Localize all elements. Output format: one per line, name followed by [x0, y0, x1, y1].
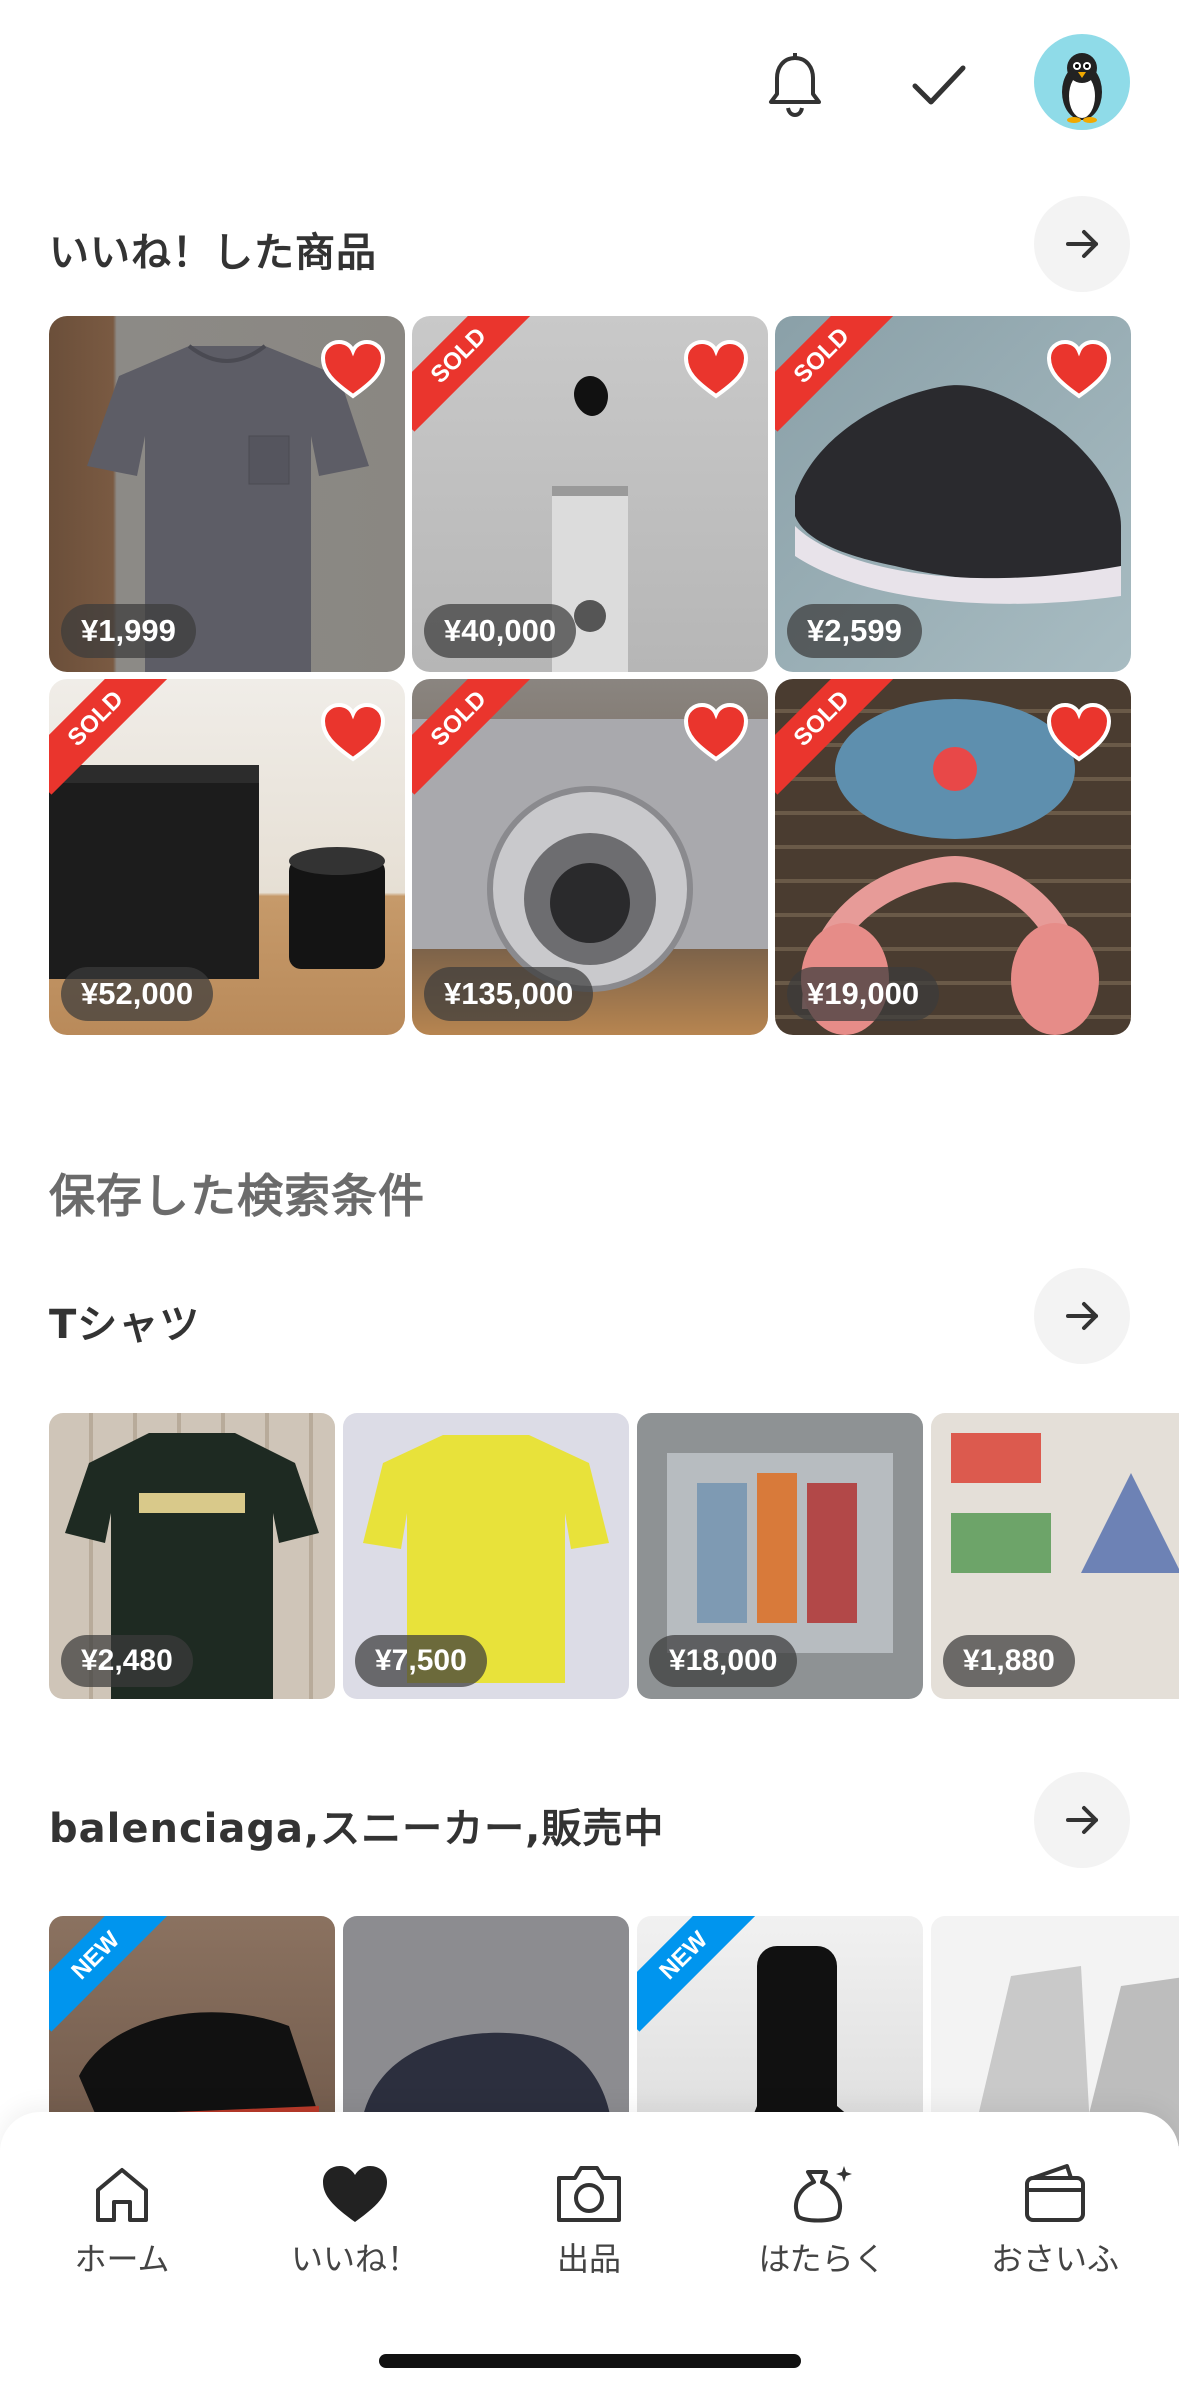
tshirt-results-row: ¥2,480 ¥7,500 ¥18,000 ¥1,880 — [49, 1413, 1179, 1699]
home-icon — [96, 2168, 148, 2222]
liked-section-title: いいね！した商品 — [49, 230, 377, 276]
bell-icon[interactable] — [752, 42, 838, 128]
wallet-icon — [1025, 2164, 1085, 2222]
price-tag: ¥19,000 — [787, 967, 940, 1021]
heart-icon[interactable] — [319, 338, 387, 400]
nav-label: はたらく — [758, 2240, 886, 2278]
camera-icon — [557, 2166, 621, 2222]
heart-icon[interactable] — [682, 338, 750, 400]
balenciaga-search-more-button[interactable] — [1034, 1772, 1130, 1868]
liked-item[interactable]: SOLD ¥135,000 — [412, 679, 768, 1035]
arrow-right-icon — [1066, 1806, 1098, 1834]
arrow-right-icon — [1066, 230, 1098, 258]
sold-ribbon: SOLD — [775, 679, 895, 799]
home-indicator — [379, 2354, 801, 2368]
price-tag: ¥18,000 — [649, 1635, 798, 1687]
heart-icon[interactable] — [1045, 701, 1113, 763]
heart-icon[interactable] — [682, 701, 750, 763]
liked-item[interactable]: SOLD ¥52,000 — [49, 679, 405, 1035]
liked-more-button[interactable] — [1034, 196, 1130, 292]
sold-ribbon: SOLD — [412, 316, 532, 436]
saved-search-label[interactable]: balenciaga,スニーカー,販売中 — [49, 1796, 664, 1854]
liked-item[interactable]: SOLD ¥19,000 — [775, 679, 1131, 1035]
nav-sell[interactable]: 出品 — [489, 2162, 689, 2280]
nav-likes[interactable]: いいね！ — [255, 2162, 455, 2280]
price-tag: ¥40,000 — [424, 604, 577, 658]
heart-icon[interactable] — [1045, 338, 1113, 400]
search-result-item[interactable]: ¥1,880 — [931, 1413, 1179, 1699]
liked-item[interactable]: SOLD ¥40,000 — [412, 316, 768, 672]
liked-item[interactable]: ¥1,999 — [49, 316, 405, 672]
sold-ribbon: SOLD — [412, 679, 532, 799]
price-tag: ¥2,480 — [61, 1635, 193, 1687]
saved-searches-title: 保存した検索条件 — [49, 1169, 425, 1223]
sold-ribbon: SOLD — [49, 679, 169, 799]
search-result-item[interactable]: ¥7,500 — [343, 1413, 629, 1699]
arrow-right-icon — [1066, 1302, 1098, 1330]
price-tag: ¥1,880 — [943, 1635, 1075, 1687]
price-tag: ¥135,000 — [424, 967, 594, 1021]
bag-icon — [794, 2166, 852, 2223]
penguin-icon — [1062, 53, 1102, 123]
avatar[interactable] — [1034, 34, 1130, 130]
nav-label: いいね！ — [290, 2240, 419, 2278]
new-ribbon: NEW — [637, 1916, 757, 2036]
liked-grid: ¥1,999 SOLD ¥40,000 SOLD ¥2,599 SOLD ¥52… — [49, 316, 1131, 1035]
search-result-item[interactable]: ¥2,480 — [49, 1413, 335, 1699]
nav-label: 出品 — [556, 2240, 621, 2278]
price-tag: ¥52,000 — [61, 967, 214, 1021]
nav-work[interactable]: はたらく — [722, 2162, 922, 2280]
nav-wallet[interactable]: おさいふ — [955, 2162, 1155, 2280]
nav-home[interactable]: ホーム — [22, 2162, 222, 2280]
search-result-item[interactable]: ¥18,000 — [637, 1413, 923, 1699]
sold-ribbon: SOLD — [775, 316, 895, 436]
price-tag: ¥2,599 — [787, 604, 922, 658]
heart-icon[interactable] — [319, 701, 387, 763]
liked-item[interactable]: SOLD ¥2,599 — [775, 316, 1131, 672]
nav-label: ホーム — [74, 2240, 170, 2278]
saved-search-label[interactable]: Tシャツ — [49, 1292, 200, 1350]
heart-icon — [323, 2166, 387, 2222]
nav-label: おさいふ — [990, 2240, 1119, 2278]
tshirt-search-more-button[interactable] — [1034, 1268, 1130, 1364]
check-icon[interactable] — [896, 42, 982, 128]
price-tag: ¥7,500 — [355, 1635, 487, 1687]
new-ribbon: NEW — [49, 1916, 169, 2036]
price-tag: ¥1,999 — [61, 604, 196, 658]
top-bar — [0, 0, 1179, 170]
